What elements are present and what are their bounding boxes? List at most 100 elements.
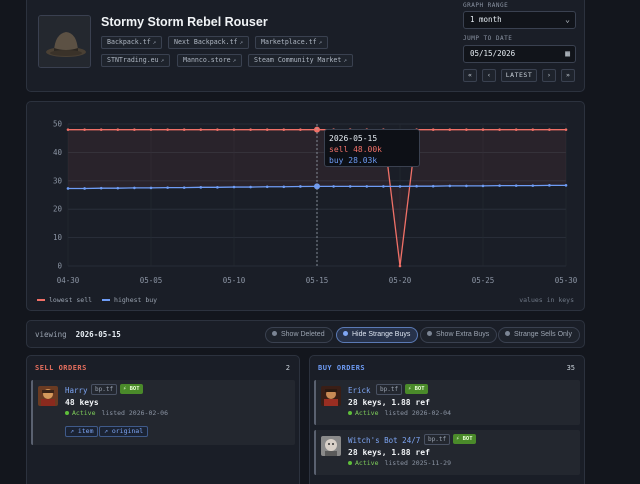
link-backpack-tf[interactable]: Backpack.tf ↗ bbox=[101, 36, 163, 49]
data-point-sell bbox=[66, 128, 70, 131]
order-username[interactable]: Erick bbox=[348, 386, 371, 395]
nav-latest-button[interactable]: LATEST bbox=[501, 69, 537, 82]
link-marketplace-tf[interactable]: Marketplace.tf ↗ bbox=[255, 36, 329, 49]
viewing-date: viewing 2026-05-15 bbox=[35, 330, 121, 339]
graph-range-select[interactable]: 1 month ⌄ bbox=[463, 11, 576, 29]
buy-order-card[interactable]: Witch's Bot 24/7 bp.tf ⚡ BOT 28 keys, 1.… bbox=[314, 430, 580, 475]
data-point-sell bbox=[83, 128, 86, 131]
y-tick-label: 50 bbox=[53, 120, 63, 129]
buy-orders-panel: BUY ORDERS 35 Erick bp.tf ⚡ BOT 28 keys,… bbox=[309, 355, 585, 484]
sell-orders-count: 2 bbox=[285, 364, 290, 372]
nav-last-button[interactable]: » bbox=[561, 69, 575, 82]
calendar-icon: ▦ bbox=[565, 49, 570, 58]
chart-legend: lowest sell highest buy bbox=[37, 296, 157, 304]
data-point-buy bbox=[199, 186, 203, 189]
data-point-sell bbox=[481, 128, 485, 131]
order-username[interactable]: Harry bbox=[65, 386, 88, 395]
price-history-chart: 0 10 20 30 40 50 04-30 05-05 05-10 05-15 05-20 05-2… bbox=[26, 101, 585, 311]
data-point-buy bbox=[564, 184, 568, 187]
data-point-buy bbox=[415, 184, 418, 188]
data-point-buy bbox=[299, 185, 302, 188]
item-header: Stormy Storm Rebel Rouser Backpack.tf ↗ N… bbox=[26, 0, 585, 92]
legend-lowest-sell[interactable]: lowest sell bbox=[37, 296, 92, 304]
y-tick-label: 20 bbox=[53, 205, 63, 214]
data-point-sell bbox=[498, 128, 501, 131]
data-point-buy bbox=[232, 185, 236, 189]
order-price: 48 keys bbox=[65, 398, 99, 407]
data-point-sell bbox=[531, 128, 535, 131]
data-point-sell bbox=[465, 128, 468, 131]
avatar[interactable] bbox=[38, 386, 58, 406]
avatar[interactable] bbox=[321, 436, 341, 456]
order-price: 28 keys, 1.88 ref bbox=[348, 398, 430, 407]
data-point-buy bbox=[514, 184, 518, 187]
sell-order-card[interactable]: Harry bp.tf ⚡ BOT 48 keys Active listed 2… bbox=[31, 380, 295, 445]
link-next-backpack-tf[interactable]: Next Backpack.tf ↗ bbox=[168, 36, 250, 49]
data-point-sell bbox=[299, 128, 302, 131]
data-point-sell bbox=[133, 128, 136, 131]
toggle-hide-strange-buys[interactable]: Hide Strange Buys bbox=[336, 327, 419, 343]
y-tick-label: 10 bbox=[53, 233, 63, 242]
toggle-strange-sells-only[interactable]: Strange Sells Only bbox=[498, 327, 580, 343]
data-point-buy bbox=[133, 186, 136, 190]
chart-canvas[interactable]: 0 10 20 30 40 50 04-30 05-05 05-10 05-15 05-20 05-2… bbox=[27, 102, 586, 312]
avatar[interactable] bbox=[321, 386, 341, 406]
external-link-icon: ↗ bbox=[343, 57, 347, 64]
status-dot-icon bbox=[348, 411, 352, 415]
external-link-icon: ↗ bbox=[232, 57, 237, 64]
link-steam-community-market[interactable]: Steam Community Market ↗ bbox=[248, 54, 353, 67]
filter-bar: viewing 2026-05-15 Show Deleted Hide Str… bbox=[26, 320, 585, 348]
data-point-sell bbox=[564, 128, 568, 131]
data-point-buy bbox=[465, 184, 468, 188]
toggle-dot-icon bbox=[343, 331, 348, 336]
data-point-buy bbox=[116, 186, 120, 190]
data-point-buy bbox=[531, 184, 535, 187]
buy-order-card[interactable]: Erick bp.tf ⚡ BOT 28 keys, 1.88 ref Acti… bbox=[314, 380, 580, 425]
item-link-button[interactable]: ↗ item bbox=[65, 426, 99, 437]
data-point-sell bbox=[431, 128, 435, 131]
data-point-sell bbox=[149, 128, 153, 131]
y-tick-label: 30 bbox=[53, 176, 63, 185]
data-point-sell bbox=[249, 128, 252, 131]
source-tag: bp.tf bbox=[424, 434, 451, 445]
external-link-icon: ↗ bbox=[152, 39, 157, 46]
data-point-buy bbox=[249, 185, 252, 189]
nav-prev-button[interactable]: ‹ bbox=[482, 69, 496, 82]
data-point-sell bbox=[514, 128, 518, 131]
data-point-buy bbox=[265, 185, 269, 189]
data-point-sell bbox=[398, 264, 402, 268]
x-tick-label: 05-05 bbox=[140, 276, 163, 285]
x-tick-label: 05-20 bbox=[389, 276, 412, 285]
toggle-dot-icon bbox=[427, 331, 432, 336]
tooltip-buy: buy 28.03k bbox=[329, 156, 378, 165]
order-username[interactable]: Witch's Bot 24/7 bbox=[348, 436, 420, 445]
y-tick-label: 0 bbox=[57, 262, 62, 271]
data-point-sell bbox=[548, 128, 551, 131]
toggle-show-extra-buys[interactable]: Show Extra Buys bbox=[420, 327, 498, 343]
x-tick-label: 05-30 bbox=[555, 276, 578, 285]
data-point-buy bbox=[216, 186, 219, 189]
toggle-dot-icon bbox=[272, 331, 277, 336]
data-point-buy bbox=[282, 185, 286, 189]
bot-badge: ⚡ BOT bbox=[453, 434, 476, 444]
original-link-button[interactable]: ↗ original bbox=[99, 426, 149, 437]
nav-first-button[interactable]: « bbox=[463, 69, 477, 82]
legend-highest-buy[interactable]: highest buy bbox=[102, 296, 157, 304]
data-point-buy bbox=[398, 185, 402, 188]
data-point-buy bbox=[332, 185, 335, 188]
jump-to-date-input[interactable]: 05/15/2026 ▦ bbox=[463, 45, 576, 63]
item-image bbox=[38, 15, 91, 68]
data-point-buy bbox=[382, 185, 385, 188]
external-link-icon: ↗ bbox=[239, 39, 244, 46]
data-point-buy bbox=[66, 187, 70, 190]
toggle-show-deleted[interactable]: Show Deleted bbox=[265, 327, 333, 343]
data-point-sell bbox=[166, 128, 169, 131]
nav-next-button[interactable]: › bbox=[542, 69, 556, 82]
link-mannco-store[interactable]: Mannco.store ↗ bbox=[177, 54, 243, 67]
graph-range-label: GRAPH RANGE bbox=[463, 2, 509, 9]
external-link-icon: ↗ bbox=[104, 427, 112, 435]
item-title: Stormy Storm Rebel Rouser bbox=[101, 15, 268, 29]
data-point-buy bbox=[448, 184, 452, 188]
link-stntrading[interactable]: STNTrading.eu ↗ bbox=[101, 54, 171, 67]
order-status: Active listed 2026-02-04 bbox=[348, 409, 451, 417]
